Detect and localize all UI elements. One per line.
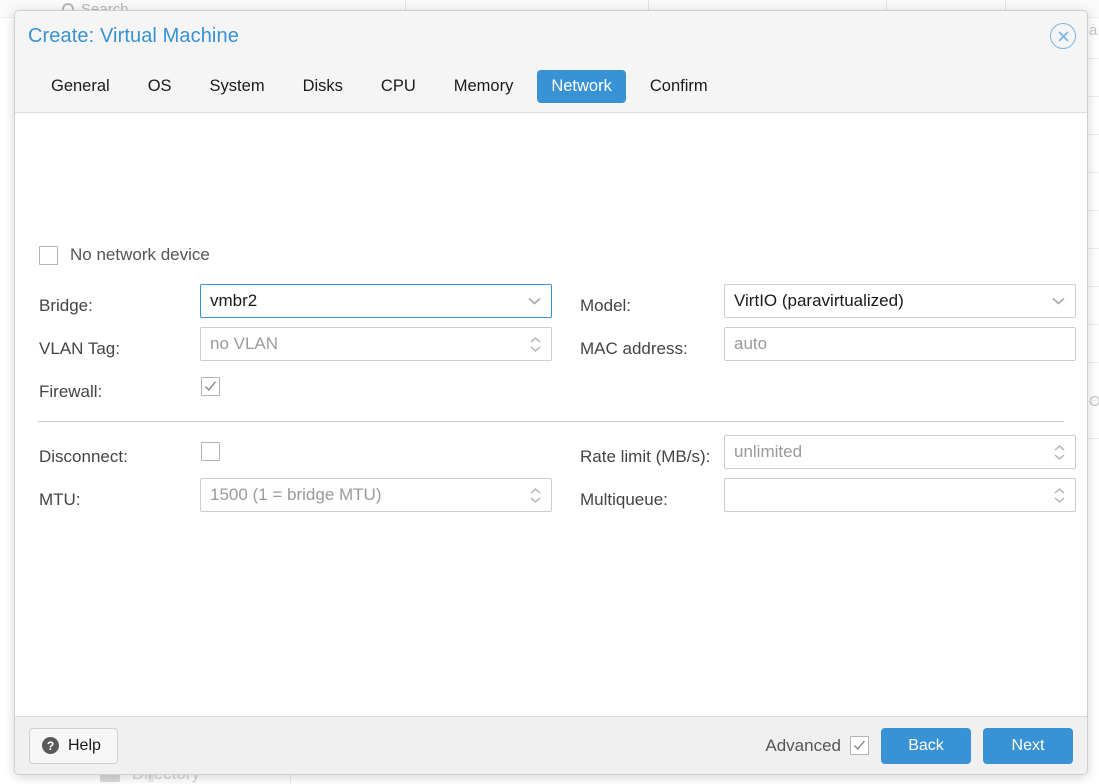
section-divider	[38, 421, 1064, 422]
mac-address-field[interactable]: auto	[724, 327, 1076, 361]
model-label-wrap: Model:	[580, 289, 631, 323]
network-form-panel: No network device Bridge: vmbr2 VLAN Tag…	[15, 113, 1087, 716]
background-text-fragment: Ot	[1089, 393, 1099, 410]
disconnect-checkbox-wrap	[201, 442, 221, 462]
tab-disks[interactable]: Disks	[289, 70, 357, 103]
firewall-checkbox[interactable]	[201, 377, 220, 396]
help-button-label: Help	[68, 736, 101, 754]
footer-actions: Advanced Back Next	[765, 727, 1073, 764]
firewall-label-wrap: Firewall:	[39, 375, 102, 409]
wizard-tabbar: General OS System Disks CPU Memory Netwo…	[15, 61, 1087, 113]
multiqueue-label-wrap: Multiqueue:	[580, 483, 668, 517]
rate-limit-label: Rate limit (MB/s):	[580, 447, 711, 466]
dialog-footer: ? Help Advanced Back Next	[15, 716, 1087, 774]
model-value: VirtIO (paravirtualized)	[734, 291, 904, 310]
close-icon[interactable]	[1050, 23, 1076, 49]
multiqueue-field[interactable]	[724, 478, 1076, 512]
tab-confirm[interactable]: Confirm	[636, 70, 722, 103]
multiqueue-label: Multiqueue:	[580, 490, 668, 509]
create-vm-dialog: Create: Virtual Machine General OS Syste…	[14, 10, 1088, 775]
mtu-placeholder: 1500 (1 = bridge MTU)	[210, 485, 382, 504]
tab-network[interactable]: Network	[537, 70, 626, 103]
bridge-value: vmbr2	[210, 291, 258, 310]
background-text-fragment: a	[1089, 22, 1098, 39]
chevron-down-icon[interactable]	[523, 285, 545, 317]
disconnect-checkbox[interactable]	[201, 442, 220, 461]
mac-address-label-wrap: MAC address:	[580, 332, 688, 366]
vlan-tag-label: VLAN Tag:	[39, 339, 120, 358]
no-network-device-checkbox[interactable]	[39, 245, 58, 265]
tab-memory[interactable]: Memory	[440, 70, 528, 103]
model-field[interactable]: VirtIO (paravirtualized)	[724, 284, 1076, 318]
vlan-tag-stepper[interactable]	[526, 328, 544, 360]
rate-limit-label-wrap: Rate limit (MB/s):	[580, 440, 710, 474]
tab-general[interactable]: General	[37, 70, 124, 103]
vlan-tag-field[interactable]: no VLAN	[200, 327, 552, 361]
advanced-checkbox[interactable]	[850, 736, 869, 755]
next-button[interactable]: Next	[983, 727, 1073, 764]
multiqueue-stepper[interactable]	[1050, 479, 1068, 511]
no-network-device-label: No network device	[70, 245, 210, 264]
vlan-tag-label-wrap: VLAN Tag:	[39, 332, 120, 366]
disconnect-label: Disconnect:	[39, 447, 128, 466]
bridge-field[interactable]: vmbr2	[200, 284, 552, 318]
tab-os[interactable]: OS	[134, 70, 186, 103]
no-network-device-row: No network device	[39, 245, 210, 265]
tab-cpu[interactable]: CPU	[367, 70, 430, 103]
model-label: Model:	[580, 296, 632, 315]
mac-address-placeholder: auto	[734, 334, 768, 353]
mtu-stepper[interactable]	[526, 479, 544, 511]
mtu-label-wrap: MTU:	[39, 483, 81, 517]
rate-limit-stepper[interactable]	[1050, 436, 1068, 468]
disconnect-label-wrap: Disconnect:	[39, 440, 128, 474]
rate-limit-field[interactable]: unlimited	[724, 435, 1076, 469]
question-mark-icon: ?	[42, 737, 59, 754]
help-button[interactable]: ? Help	[29, 727, 118, 764]
advanced-label: Advanced	[765, 735, 841, 755]
mtu-field[interactable]: 1500 (1 = bridge MTU)	[200, 478, 552, 512]
chevron-down-icon[interactable]	[1047, 285, 1069, 317]
bridge-label: Bridge:	[39, 296, 93, 315]
advanced-toggle[interactable]: Advanced	[765, 736, 869, 756]
vlan-tag-placeholder: no VLAN	[210, 334, 279, 353]
dialog-header: Create: Virtual Machine	[15, 11, 1087, 61]
bridge-label-wrap: Bridge:	[39, 289, 93, 323]
dialog-title: Create: Virtual Machine	[28, 24, 239, 47]
mtu-label: MTU:	[39, 490, 81, 509]
tab-system[interactable]: System	[196, 70, 279, 103]
back-button[interactable]: Back	[881, 727, 971, 764]
firewall-checkbox-wrap	[201, 377, 221, 397]
mac-address-label: MAC address:	[580, 339, 688, 358]
rate-limit-placeholder: unlimited	[734, 442, 803, 461]
firewall-label: Firewall:	[39, 382, 103, 401]
